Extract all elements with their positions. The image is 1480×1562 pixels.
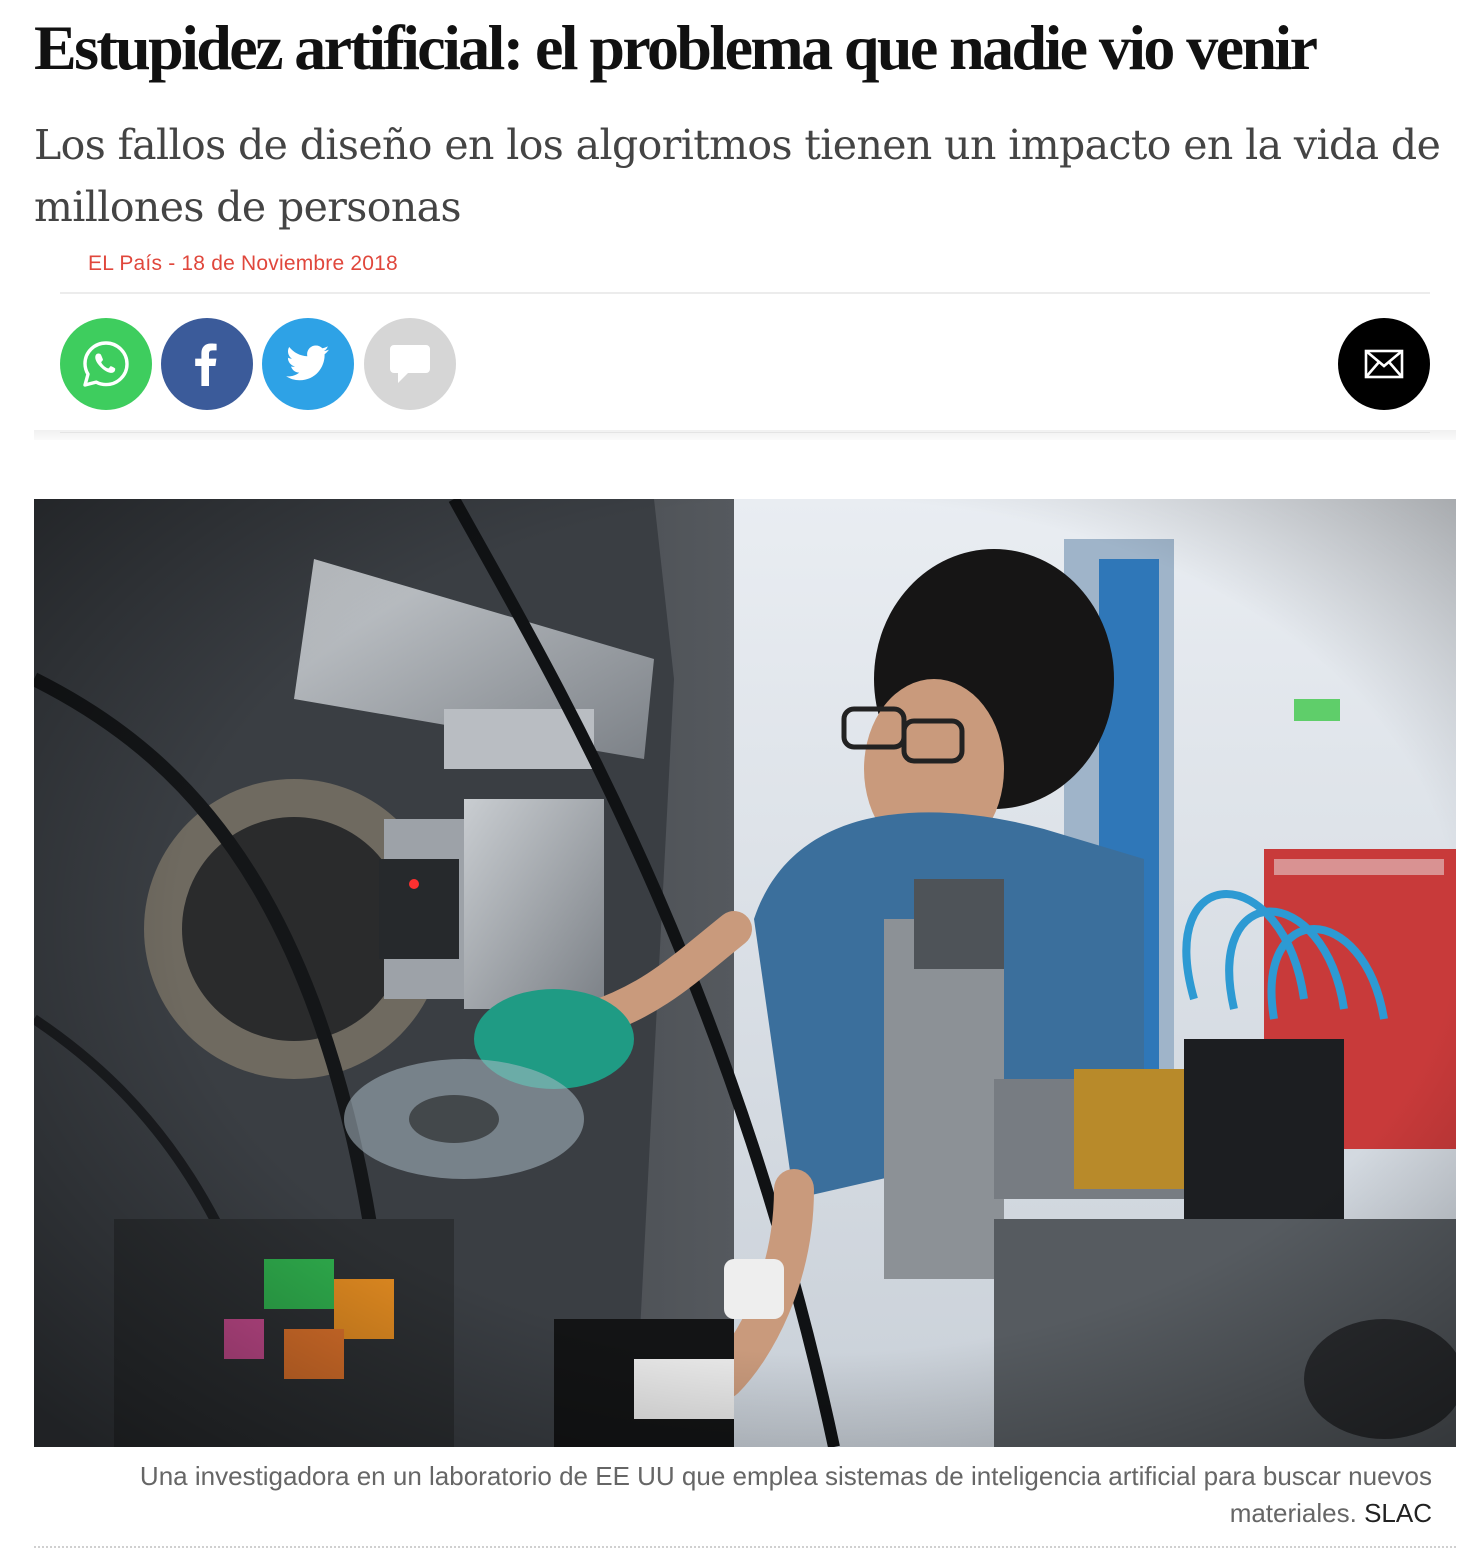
whatsapp-icon xyxy=(83,341,129,387)
lab-scene-illustration xyxy=(34,499,1456,1447)
whatsapp-share-button[interactable] xyxy=(60,318,152,410)
share-bar xyxy=(60,318,1430,410)
divider xyxy=(34,1546,1456,1548)
email-share-button[interactable] xyxy=(1338,318,1430,410)
comments-button[interactable] xyxy=(364,318,456,410)
divider xyxy=(60,432,1430,433)
photo-caption: Una investigadora en un laboratorio de E… xyxy=(60,1458,1432,1532)
comment-icon xyxy=(390,345,430,383)
article-headline: Estupidez artificial: el problema que na… xyxy=(34,12,1318,83)
article-subheadline: Los fallos de diseño en los algoritmos t… xyxy=(34,121,1441,231)
twitter-icon xyxy=(286,345,329,381)
article-photo xyxy=(34,499,1456,1447)
article-byline: EL País - 18 de Noviembre 2018 xyxy=(88,252,398,275)
article-page: Estupidez artificial: el problema que na… xyxy=(0,0,1480,1562)
facebook-icon xyxy=(195,343,217,386)
facebook-share-button[interactable] xyxy=(161,318,253,410)
caption-text: Una investigadora en un laboratorio de E… xyxy=(139,1461,1432,1528)
photo-credit: SLAC xyxy=(1364,1498,1432,1528)
divider xyxy=(60,292,1430,294)
mail-icon xyxy=(1364,349,1404,379)
twitter-share-button[interactable] xyxy=(262,318,354,410)
